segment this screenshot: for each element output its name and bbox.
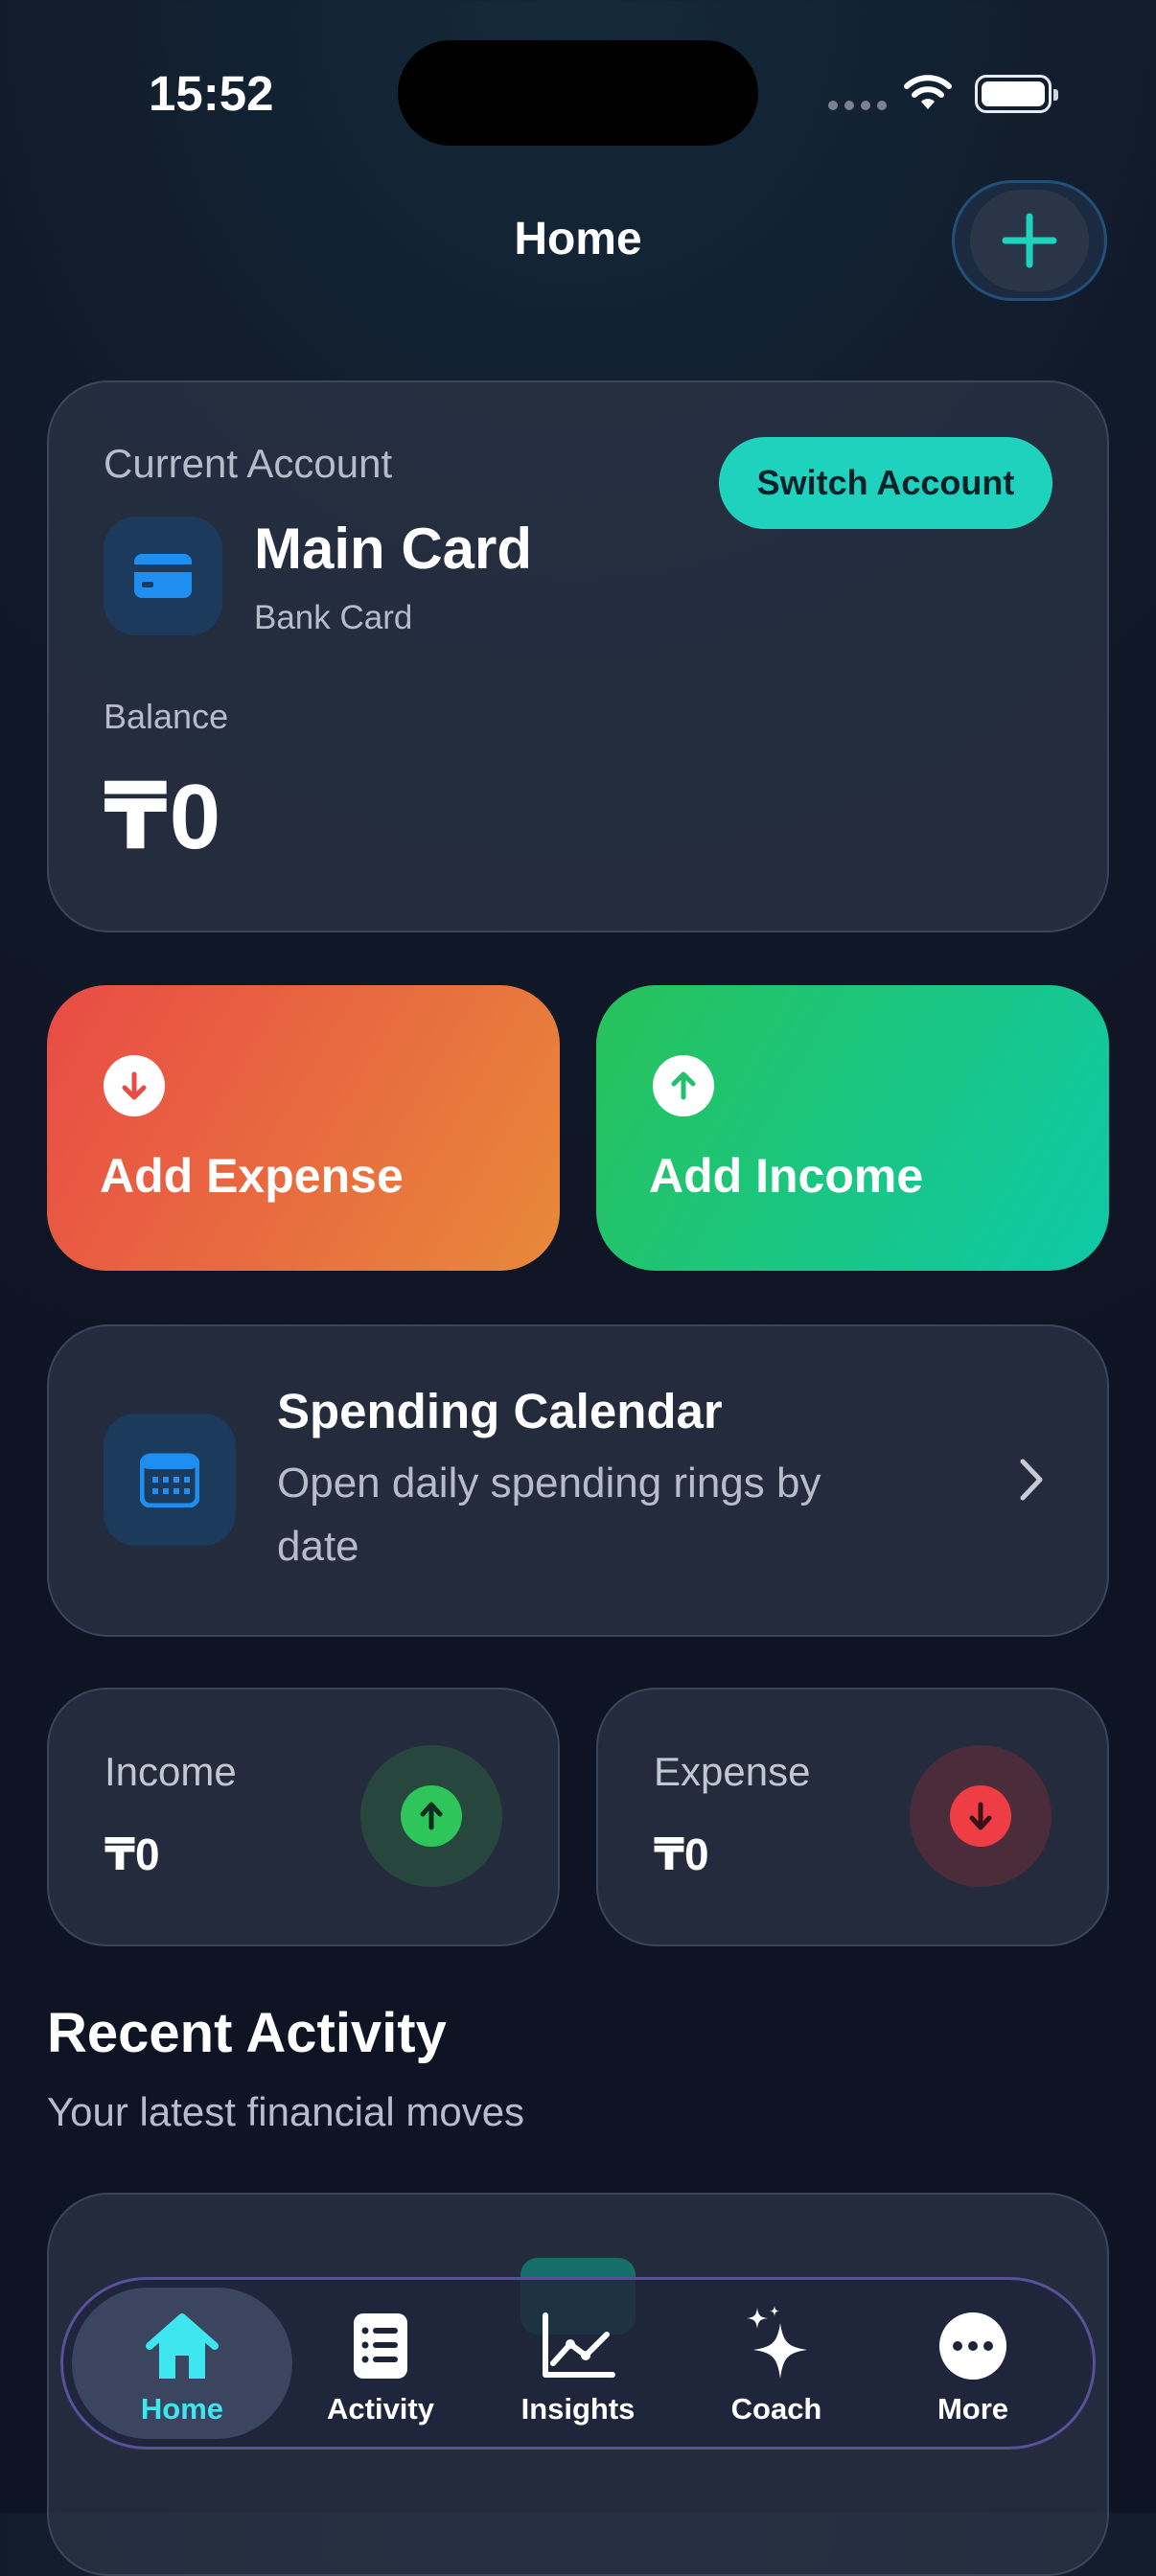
list-icon bbox=[354, 2313, 407, 2379]
tab-activity[interactable]: Activity bbox=[304, 2287, 457, 2440]
tab-label: More bbox=[936, 2392, 1009, 2426]
balance-label: Balance bbox=[104, 697, 229, 736]
battery-icon bbox=[975, 75, 1058, 113]
switch-account-button[interactable]: Switch Account bbox=[719, 437, 1052, 529]
tab-label: Coach bbox=[730, 2392, 822, 2426]
card-type: Bank Card bbox=[254, 599, 413, 636]
add-expense-label: Add Expense bbox=[100, 1149, 404, 1203]
add-income-button[interactable]: Add Income bbox=[596, 985, 1109, 1271]
arrow-down-icon bbox=[104, 1055, 165, 1116]
card-name: Main Card bbox=[254, 517, 533, 581]
tab-more[interactable]: More bbox=[896, 2287, 1050, 2440]
chart-icon bbox=[543, 2312, 615, 2378]
tab-coach[interactable]: Coach bbox=[700, 2287, 853, 2440]
dynamic-island bbox=[398, 40, 758, 146]
income-value: ₸0 bbox=[104, 1829, 160, 1879]
sparkle-icon bbox=[747, 2306, 807, 2379]
add-button[interactable] bbox=[952, 180, 1107, 301]
arrow-up-icon bbox=[653, 1055, 714, 1116]
current-account-label: Current Account bbox=[104, 441, 393, 486]
house-icon bbox=[146, 2313, 219, 2379]
expense-value: ₸0 bbox=[654, 1829, 709, 1879]
arrow-down-icon bbox=[950, 1785, 1011, 1847]
chevron-right-icon bbox=[1020, 1459, 1043, 1501]
signal-icon bbox=[828, 101, 887, 110]
income-indicator bbox=[360, 1745, 502, 1887]
expense-label: Expense bbox=[654, 1749, 811, 1794]
income-stat-card: Income ₸0 bbox=[47, 1688, 560, 1946]
calendar-icon bbox=[140, 1453, 199, 1507]
add-income-label: Add Income bbox=[649, 1149, 924, 1203]
expense-indicator bbox=[910, 1745, 1052, 1887]
recent-activity-subtitle: Your latest financial moves bbox=[47, 2089, 525, 2134]
tab-label: Home bbox=[140, 2392, 224, 2426]
balance-value: ₸0 bbox=[104, 766, 223, 868]
plus-icon bbox=[1002, 213, 1057, 268]
tab-insights[interactable]: Insights bbox=[501, 2287, 655, 2440]
credit-card-icon bbox=[134, 554, 192, 598]
wifi-icon bbox=[904, 75, 952, 109]
arrow-up-icon bbox=[401, 1785, 462, 1847]
ellipsis-icon bbox=[939, 2312, 1006, 2380]
tab-home[interactable]: Home bbox=[105, 2287, 259, 2440]
income-label: Income bbox=[104, 1749, 237, 1794]
recent-activity-title: Recent Activity bbox=[47, 2002, 447, 2064]
expense-stat-card: Expense ₸0 bbox=[596, 1688, 1109, 1946]
card-icon-tile bbox=[104, 517, 222, 635]
calendar-title: Spending Calendar bbox=[277, 1384, 723, 1438]
tab-label: Activity bbox=[327, 2392, 434, 2426]
calendar-icon-tile bbox=[104, 1414, 236, 1546]
status-time: 15:52 bbox=[149, 66, 274, 121]
tab-label: Insights bbox=[520, 2392, 636, 2426]
calendar-description: Open daily spending rings by date bbox=[277, 1460, 821, 1570]
add-expense-button[interactable]: Add Expense bbox=[47, 985, 560, 1271]
